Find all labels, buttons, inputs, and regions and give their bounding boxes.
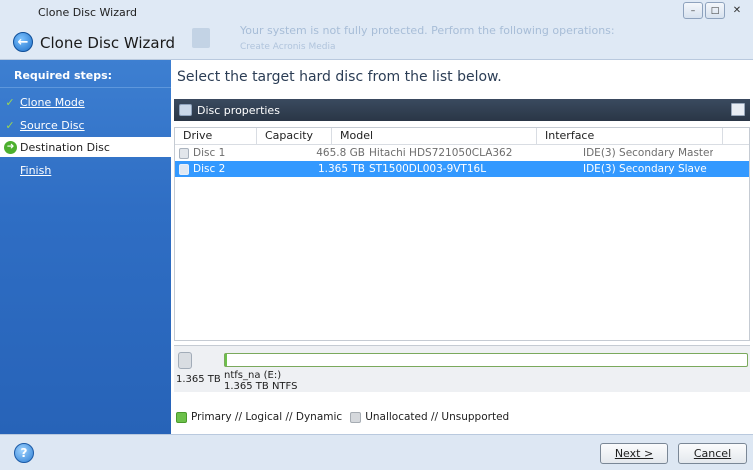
column-header-model[interactable]: Model (332, 128, 537, 145)
help-icon[interactable]: ? (14, 443, 34, 463)
drive-cell: Disc 2 (175, 163, 257, 175)
step-clone-mode[interactable]: ✓ Clone Mode (0, 92, 171, 112)
legend-primary: Primary // Logical // Dynamic (191, 411, 343, 423)
partition-legend: Primary // Logical // Dynamic Unallocate… (176, 411, 509, 423)
warning-icon (192, 28, 210, 48)
model-cell: ST1500DL003-9VT16L (369, 163, 487, 175)
window-title: Clone Disc Wizard (38, 6, 138, 19)
capacity-cell: 465.8 GB (316, 147, 365, 159)
main-panel: Select the target hard disc from the lis… (171, 60, 753, 434)
partition-fill (225, 354, 227, 366)
model-cell: Hitachi HDS721050CLA362 (369, 147, 513, 159)
disc-properties-button[interactable]: Disc properties (197, 104, 280, 117)
hard-disk-icon (179, 147, 189, 159)
step-finish[interactable]: Finish (0, 160, 171, 180)
partition-info: 1.365 TB NTFS (224, 381, 298, 392)
step-destination-disc[interactable]: ➜ Destination Disc (0, 137, 171, 157)
table-header: Drive Capacity Model Interface (175, 128, 749, 145)
next-button-label: Next > (614, 447, 654, 460)
column-header-interface[interactable]: Interface (537, 128, 723, 145)
protection-notice: Your system is not fully protected. Perf… (240, 24, 615, 37)
disc-icon (179, 104, 192, 116)
drive-cell: Disc 1 (175, 147, 257, 159)
steps-sidebar: Required steps: ✓ Clone Mode ✓ Source Di… (0, 60, 171, 434)
table-row[interactable]: Disc 2 1.365 TB ST1500DL003-9VT16L IDE(3… (175, 161, 749, 177)
back-arrow-icon[interactable]: ← (13, 32, 33, 52)
minimize-button[interactable]: – (683, 2, 703, 19)
table-row[interactable]: Disc 1 465.8 GB Hitachi HDS721050CLA362 … (175, 145, 749, 161)
create-media-link[interactable]: Create Acronis Media (240, 42, 336, 52)
hard-disk-icon (179, 163, 189, 175)
current-step-arrow-icon: ➜ (4, 140, 17, 154)
cancel-button[interactable]: Cancel (678, 443, 747, 464)
next-button[interactable]: Next > (600, 443, 668, 464)
hard-disk-icon (178, 352, 192, 369)
window-controls: – □ ✕ (683, 2, 747, 19)
maximize-button[interactable]: □ (705, 2, 725, 19)
cancel-button-label: Cancel (693, 447, 732, 460)
title-bar: Clone Disc Wizard ← Clone Disc Wizard Yo… (0, 0, 753, 60)
partition-name: ntfs_na (E:) (224, 370, 282, 381)
drive-name: Disc 2 (193, 163, 226, 175)
checkmark-icon: ✓ (5, 118, 15, 132)
disk-map: 1.365 TB ntfs_na (E:) 1.365 TB NTFS (174, 345, 750, 392)
capacity-cell: 1.365 TB (317, 163, 365, 175)
close-button[interactable]: ✕ (727, 2, 747, 19)
sidebar-divider (0, 87, 171, 88)
step-label: Destination Disc (20, 140, 110, 154)
interface-cell: IDE(3) Secondary Master (583, 147, 713, 159)
step-label[interactable]: Source Disc (20, 119, 85, 132)
column-header-capacity[interactable]: Capacity (257, 128, 332, 145)
properties-icon[interactable] (731, 103, 745, 116)
disc-table: Drive Capacity Model Interface Disc 1 46… (174, 127, 750, 341)
drive-name: Disc 1 (193, 147, 226, 159)
column-header-extra (723, 128, 749, 145)
column-header-drive[interactable]: Drive (175, 128, 257, 145)
disc-properties-toolbar: Disc properties (174, 99, 750, 121)
required-steps-heading: Required steps: (14, 69, 113, 82)
wizard-title: Clone Disc Wizard (40, 34, 176, 52)
checkmark-icon: ✓ (5, 95, 15, 109)
step-source-disc[interactable]: ✓ Source Disc (0, 115, 171, 135)
instruction-text: Select the target hard disc from the lis… (177, 69, 502, 85)
unallocated-swatch-icon (350, 411, 362, 423)
partition-bar[interactable] (224, 353, 748, 367)
interface-cell: IDE(3) Secondary Slave (583, 163, 707, 175)
wizard-footer: ? Next > Cancel (0, 434, 753, 470)
primary-swatch-icon (176, 411, 187, 423)
legend-unallocated: Unallocated // Unsupported (365, 411, 510, 423)
step-label[interactable]: Clone Mode (20, 96, 85, 109)
disk-size: 1.365 TB (176, 374, 221, 385)
step-label[interactable]: Finish (20, 164, 51, 177)
